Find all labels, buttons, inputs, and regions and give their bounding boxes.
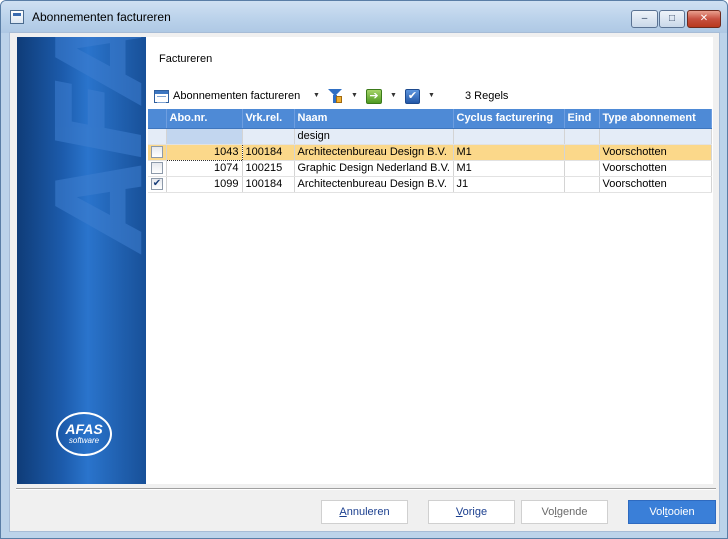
row-checkbox[interactable]: [151, 146, 163, 159]
row-checkbox-cell[interactable]: ✔: [148, 176, 167, 193]
cell-naam[interactable]: Architectenbureau Design B.V.: [294, 176, 454, 193]
minimize-button[interactable]: ‒: [631, 10, 658, 28]
row-checkbox-cell[interactable]: [148, 144, 167, 161]
cancel-button[interactable]: Annuleren: [321, 500, 408, 524]
title-bar[interactable]: Abonnementen factureren ‒ □ ✕: [1, 1, 727, 33]
row-checkbox[interactable]: [151, 162, 163, 175]
close-button[interactable]: ✕: [687, 10, 721, 28]
row-checkbox[interactable]: ✔: [151, 178, 163, 191]
column-header-select[interactable]: [148, 109, 167, 129]
column-header-type[interactable]: Type abonnement: [599, 109, 712, 129]
previous-label: orige: [462, 506, 488, 518]
column-header-vrk-rel[interactable]: Vrk.rel.: [242, 109, 295, 129]
grid-header-row: Abo.nr. Vrk.rel. Naam Cyclus facturering…: [148, 109, 712, 129]
cell-eind[interactable]: [564, 160, 600, 177]
cell-naam[interactable]: Architectenbureau Design B.V.: [294, 144, 454, 161]
column-header-eind[interactable]: Eind: [564, 109, 600, 129]
cell-abo-nr[interactable]: 1074: [166, 160, 243, 177]
cell-cyclus[interactable]: M1: [453, 144, 565, 161]
cell-cyclus[interactable]: J1: [453, 176, 565, 193]
next-button[interactable]: Volgende: [521, 500, 608, 524]
button-separator: [16, 488, 716, 490]
cell-cyclus[interactable]: M1: [453, 160, 565, 177]
cell-eind[interactable]: [564, 144, 600, 161]
filter-cell-abo-nr[interactable]: [166, 128, 243, 145]
filter-cell-vrk-rel[interactable]: [242, 128, 295, 145]
afas-logo-main: AFAS: [65, 421, 103, 437]
finish-button[interactable]: Voltooien: [628, 500, 716, 524]
column-header-abo-nr[interactable]: Abo.nr.: [166, 109, 243, 129]
cell-naam[interactable]: Graphic Design Nederland B.V.: [294, 160, 454, 177]
previous-mnemonic: V: [455, 506, 463, 518]
table-row[interactable]: 1043 100184 Architectenbureau Design B.V…: [148, 143, 712, 161]
section-title: Factureren: [159, 53, 213, 65]
dialog-window: Abonnementen factureren ‒ □ ✕ AFAS AFAS …: [0, 0, 728, 539]
filter-active-badge-icon: [336, 96, 342, 103]
check-dropdown-icon[interactable]: ▼: [428, 92, 435, 99]
cell-vrk-rel[interactable]: 100215: [242, 160, 295, 177]
table-row[interactable]: 1074 100215 Graphic Design Nederland B.V…: [148, 160, 712, 177]
row-checkbox-cell[interactable]: [148, 160, 167, 177]
table-row[interactable]: ✔ 1099 100184 Architectenbureau Design B…: [148, 176, 712, 193]
grid-view-icon[interactable]: [154, 90, 169, 103]
brand-side-panel: AFAS AFAS software: [17, 37, 146, 484]
view-dropdown-icon[interactable]: ▼: [313, 92, 320, 99]
filter-cell-select: [148, 128, 167, 145]
filter-cell-eind[interactable]: [564, 128, 600, 145]
filter-dropdown-icon[interactable]: ▼: [351, 92, 358, 99]
main-content: Factureren Abonnementen factureren ▼ ▼ ➔…: [146, 37, 713, 484]
cancel-mnemonic: A: [339, 506, 347, 518]
finish-label-end: ooien: [667, 506, 695, 518]
cell-vrk-rel[interactable]: 100184: [242, 176, 295, 193]
filter-cell-type[interactable]: [599, 128, 712, 145]
go-to-icon[interactable]: ➔: [366, 89, 382, 104]
filter-cell-naam[interactable]: design: [294, 128, 454, 145]
cell-vrk-rel[interactable]: 100184: [242, 144, 295, 161]
next-label-end: gende: [556, 506, 588, 518]
dialog-client-area: AFAS AFAS software Factureren Abonnement…: [9, 32, 720, 532]
next-label-start: Vo: [541, 506, 555, 518]
window-title: Abonnementen factureren: [32, 10, 171, 24]
brand-watermark: AFAS: [31, 37, 146, 247]
afas-logo: AFAS software: [56, 412, 112, 456]
cell-abo-nr[interactable]: 1099: [166, 176, 243, 193]
cell-type[interactable]: Voorschotten: [599, 144, 712, 161]
check-icon[interactable]: ✔: [405, 89, 420, 104]
cell-type[interactable]: Voorschotten: [599, 160, 712, 177]
cancel-label: nnuleren: [346, 506, 390, 518]
grid-toolbar: Abonnementen factureren ▼ ▼ ➔ ▼ ✔ ▼ 3 Re…: [151, 87, 711, 107]
afas-logo-sub: software: [68, 436, 100, 445]
subscriptions-grid: Abo.nr. Vrk.rel. Naam Cyclus facturering…: [148, 109, 712, 193]
filter-row: design: [148, 128, 712, 145]
row-count: 3 Regels: [465, 90, 509, 102]
cell-eind[interactable]: [564, 176, 600, 193]
filter-cell-cyclus[interactable]: [453, 128, 565, 145]
maximize-button[interactable]: □: [659, 10, 685, 28]
finish-label-start: Vol: [649, 506, 665, 518]
cell-type[interactable]: Voorschotten: [599, 176, 712, 193]
previous-button[interactable]: Vorige: [428, 500, 515, 524]
app-window-icon: [10, 10, 24, 24]
go-to-dropdown-icon[interactable]: ▼: [390, 92, 397, 99]
view-selector[interactable]: Abonnementen factureren: [173, 90, 300, 102]
column-header-cyclus[interactable]: Cyclus facturering: [453, 109, 565, 129]
cell-abo-nr[interactable]: 1043: [165, 143, 243, 161]
column-header-naam[interactable]: Naam: [294, 109, 454, 129]
